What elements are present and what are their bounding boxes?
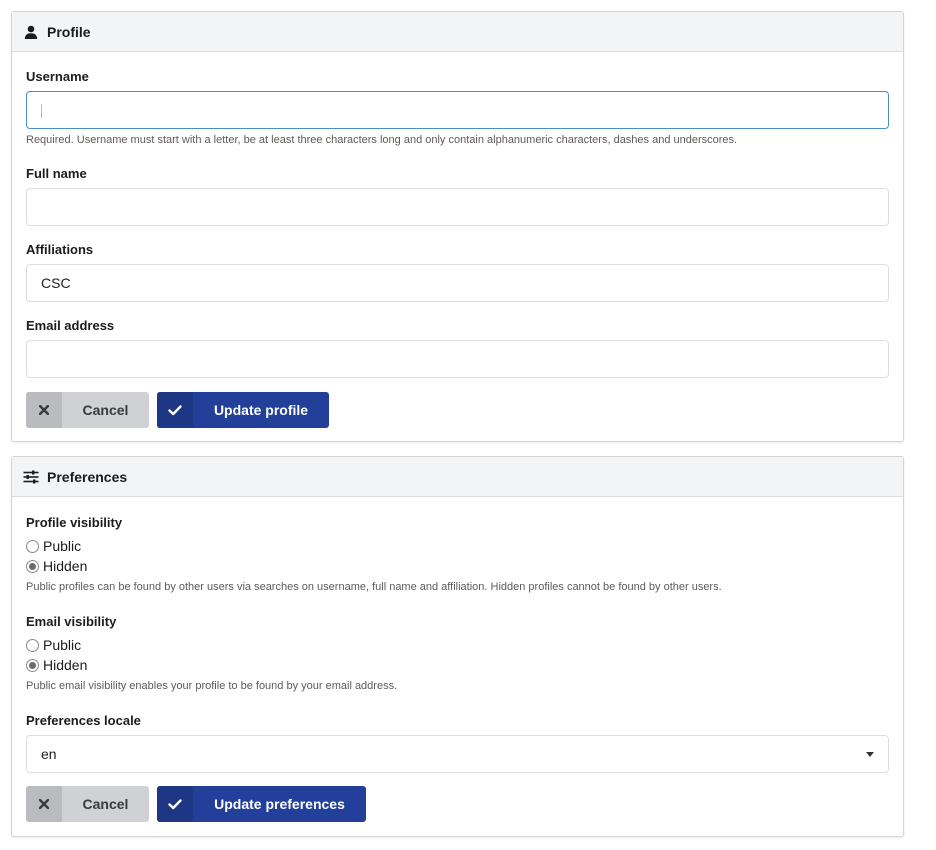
username-help: Required. Username must start with a let… (26, 134, 738, 146)
caret-down-icon (866, 752, 874, 757)
email-visibility-public-radio[interactable] (26, 638, 39, 652)
profile-header-title: Profile (47, 23, 91, 40)
full-name-input[interactable] (26, 188, 889, 226)
email-visibility-hidden-option[interactable]: Hidden (26, 657, 87, 673)
email-visibility-hidden-radio[interactable] (26, 658, 39, 672)
profile-visibility-help: Public profiles can be found by other us… (26, 581, 722, 593)
profile-visibility-hidden-label: Hidden (43, 558, 88, 574)
preferences-card: Preferences Profile visibility Public Hi… (11, 456, 904, 837)
close-icon (26, 786, 62, 822)
update-preferences-label: Update preferences (214, 796, 345, 812)
profile-visibility-hidden-option[interactable]: Hidden (26, 558, 87, 574)
profile-cancel-button[interactable]: Cancel (26, 392, 149, 428)
affiliations-value: CSC (41, 275, 71, 291)
sliders-icon (23, 469, 39, 485)
update-preferences-button[interactable]: Update preferences (157, 786, 366, 822)
checkmark-icon (157, 786, 193, 822)
preferences-cancel-button[interactable]: Cancel (26, 786, 149, 822)
user-icon (23, 24, 39, 40)
profile-card: Profile Username Required. Username must… (11, 11, 904, 442)
username-input[interactable] (26, 91, 889, 129)
close-icon (26, 392, 62, 428)
checkmark-icon (157, 392, 193, 428)
email-visibility-label: Email visibility (26, 614, 117, 629)
email-visibility-help: Public email visibility enables your pro… (26, 680, 398, 692)
locale-select[interactable]: en (26, 735, 889, 773)
email-visibility-hidden-label: Hidden (43, 657, 88, 673)
profile-visibility-hidden-radio[interactable] (26, 559, 39, 573)
locale-value: en (41, 746, 57, 762)
profile-visibility-public-label: Public (43, 538, 82, 554)
preferences-header: Preferences (12, 457, 903, 497)
email-input[interactable] (26, 340, 889, 378)
affiliations-input[interactable]: CSC (26, 264, 889, 302)
locale-label: Preferences locale (26, 713, 141, 728)
email-visibility-public-label: Public (43, 637, 82, 653)
email-label: Email address (26, 318, 115, 333)
full-name-label: Full name (26, 166, 87, 181)
profile-visibility-label: Profile visibility (26, 515, 123, 530)
preferences-header-title: Preferences (47, 468, 128, 485)
preferences-cancel-label: Cancel (82, 796, 129, 812)
update-profile-label: Update profile (213, 402, 309, 418)
profile-visibility-public-radio[interactable] (26, 539, 39, 553)
username-label: Username (26, 69, 89, 84)
profile-visibility-public-option[interactable]: Public (26, 538, 81, 554)
profile-header: Profile (12, 12, 903, 52)
update-profile-button[interactable]: Update profile (157, 392, 329, 428)
affiliations-label: Affiliations (26, 242, 94, 257)
profile-cancel-label: Cancel (82, 402, 129, 418)
email-visibility-public-option[interactable]: Public (26, 637, 81, 653)
